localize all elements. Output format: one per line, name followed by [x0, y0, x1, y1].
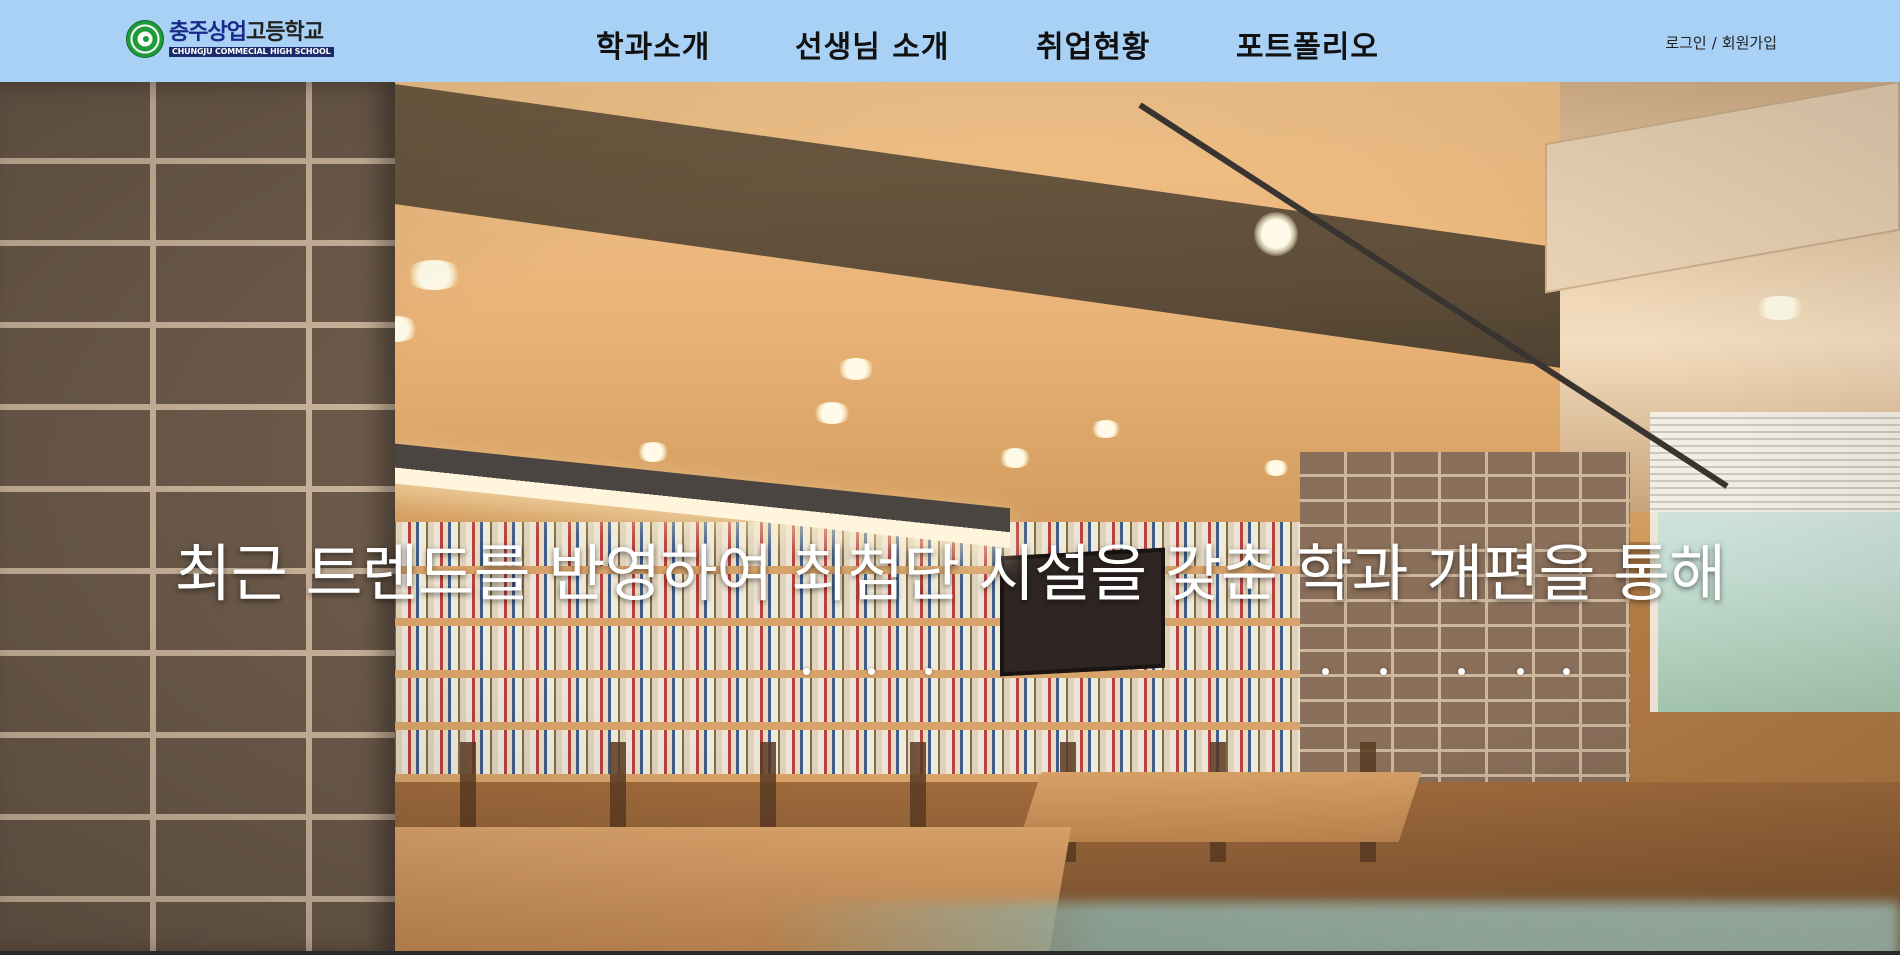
school-emblem-icon [126, 20, 164, 58]
school-logo[interactable]: 충주상업고등학교 CHUNGJU COMMECIAL HIGH SCHOOL [126, 16, 334, 62]
signup-link[interactable]: 회원가입 [1722, 34, 1777, 52]
slide-indicator-dot[interactable] [1563, 668, 1570, 675]
logo-name-part2: 고등학교 [245, 19, 324, 45]
slide-indicator-dot[interactable] [803, 668, 810, 675]
nav-department-intro[interactable]: 학과소개 [596, 22, 710, 65]
slide-indicator-dot[interactable] [1517, 668, 1524, 675]
page-bottom-border [0, 951, 1900, 955]
logo-text: 충주상업고등학교 CHUNGJU COMMECIAL HIGH SCHOOL [169, 19, 334, 57]
nav-employment-status[interactable]: 취업현황 [1036, 22, 1150, 65]
logo-name-part1: 충주상업 [169, 19, 247, 45]
hero-photo-vignette [0, 82, 1900, 955]
slide-indicator-dot[interactable] [1458, 668, 1465, 675]
slide-indicator-dot[interactable] [1380, 668, 1387, 675]
nav-teacher-intro[interactable]: 선생님 소개 [795, 22, 949, 65]
auth-links: 로그인 / 회원가입 [1665, 32, 1777, 53]
nav-portfolio[interactable]: 포트폴리오 [1236, 22, 1379, 65]
logo-subtitle: CHUNGJU COMMECIAL HIGH SCHOOL [169, 46, 334, 57]
slide-indicator-dot[interactable] [1322, 668, 1329, 675]
logo-name: 충주상업고등학교 [169, 19, 334, 45]
slide-indicator-dot[interactable] [868, 668, 875, 675]
hero-banner [0, 82, 1900, 955]
hero-caption: 최근 트렌드를 반영하여 최첨단 시설을 갖춘 학과 개편을 통해 [174, 537, 1727, 610]
auth-separator: / [1711, 34, 1717, 52]
slide-indicator-dot[interactable] [925, 668, 932, 675]
site-header: 충주상업고등학교 CHUNGJU COMMECIAL HIGH SCHOOL 학… [0, 0, 1900, 82]
login-link[interactable]: 로그인 [1665, 34, 1706, 52]
